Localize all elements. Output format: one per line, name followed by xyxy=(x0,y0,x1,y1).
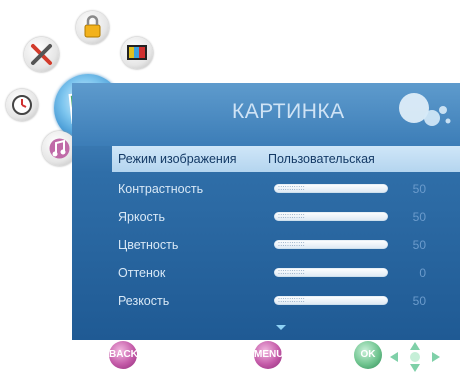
sharpness-value: 50 xyxy=(412,294,426,308)
contrast-label: Контрастность xyxy=(118,182,204,196)
contrast-value: 50 xyxy=(412,182,426,196)
tint-value: 0 xyxy=(419,266,426,280)
navigation-arrows-icon[interactable] xyxy=(386,340,444,374)
back-button[interactable]: BACK xyxy=(109,341,138,369)
brightness-label: Яркость xyxy=(118,210,166,224)
tools-icon[interactable] xyxy=(24,37,59,72)
color-label: Цветность xyxy=(118,238,179,252)
lock-icon[interactable] xyxy=(76,11,109,44)
brightness-slider[interactable]: :::::::::::: xyxy=(274,212,388,221)
contrast-slider[interactable]: :::::::::::: xyxy=(274,184,388,193)
menu-title: КАРТИНКА xyxy=(232,100,345,123)
timer-icon[interactable] xyxy=(6,89,38,121)
menu-button[interactable]: MENU xyxy=(254,341,283,369)
tv-icon[interactable] xyxy=(121,37,153,69)
sharpness-label: Резкость xyxy=(118,294,170,308)
picture-mode-label: Режим изображения xyxy=(118,152,237,166)
scroll-down-arrow-icon[interactable] xyxy=(276,325,286,330)
ok-button[interactable]: OK xyxy=(354,341,382,369)
color-slider[interactable]: :::::::::::: xyxy=(274,240,388,249)
picture-mode-value[interactable]: Пользовательская xyxy=(268,152,375,166)
color-value: 50 xyxy=(412,238,426,252)
tint-slider[interactable]: :::::::::::: xyxy=(274,268,388,277)
bubbles-decoration-icon xyxy=(399,93,451,126)
tint-label: Оттенок xyxy=(118,266,166,280)
brightness-value: 50 xyxy=(412,210,426,224)
sharpness-slider[interactable]: :::::::::::: xyxy=(274,296,388,305)
